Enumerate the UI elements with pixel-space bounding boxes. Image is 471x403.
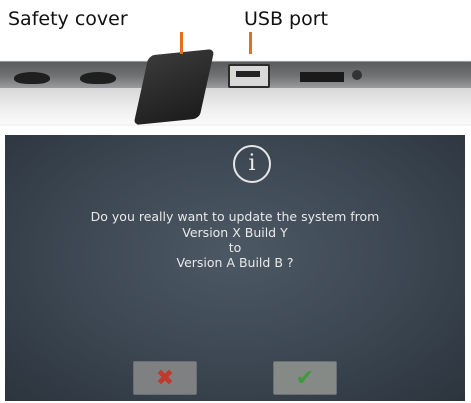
checkmark-icon: ✔: [295, 365, 315, 391]
device-photo: Safety cover USB port: [0, 0, 471, 128]
rubber-foot: [80, 72, 116, 84]
safety-cover-label: Safety cover: [8, 8, 128, 30]
dialog-message-line-2: Version X Build Y: [182, 225, 288, 240]
screw-hole: [352, 70, 362, 80]
cancel-button[interactable]: ✖: [133, 361, 197, 395]
update-dialog-screen: i Do you really want to update the syste…: [5, 135, 465, 401]
usb-port: [228, 64, 270, 88]
confirm-button[interactable]: ✔: [273, 361, 337, 395]
dialog-message-line-1: Do you really want to update the system …: [90, 209, 380, 224]
card-slot: [300, 72, 344, 82]
device-base: [0, 88, 471, 124]
rubber-foot: [14, 72, 50, 84]
safety-cover-pointer: [180, 32, 183, 54]
info-icon: i: [233, 145, 271, 183]
dialog-message-line-3: to: [228, 240, 242, 255]
usb-port-label: USB port: [244, 8, 328, 30]
close-icon: ✖: [155, 365, 175, 391]
dialog-message-line-4: Version A Build B ?: [176, 255, 294, 270]
usb-port-pointer: [249, 32, 252, 54]
